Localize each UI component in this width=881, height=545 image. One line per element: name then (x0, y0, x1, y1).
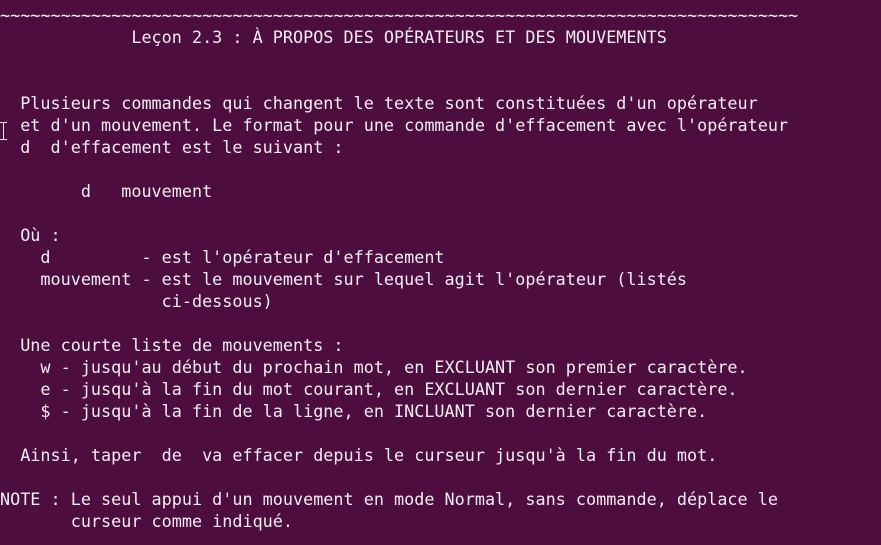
text-line: d d'effacement est le suivant : (0, 137, 344, 157)
definition-line: mouvement - est le mouvement sur lequel … (0, 269, 688, 289)
definition-line: d - est l'opérateur d'effacement (0, 247, 445, 267)
text-line: Une courte liste de mouvements : (0, 335, 344, 355)
text-line: Plusieurs commandes qui changent le text… (0, 93, 758, 113)
tilde-separator: ~~~~~~~~~~~~~~~~~~~~~~~~~~~~~~~~~~~~~~~~… (0, 5, 799, 25)
motion-list-item: e - jusqu'à la fin du mot courant, en EX… (0, 379, 738, 399)
motion-list-item: w - jusqu'au début du prochain mot, en E… (0, 357, 748, 377)
definition-line: ci-dessous) (0, 291, 273, 311)
note-line: curseur comme indiqué. (0, 511, 293, 531)
text-line: et d'un mouvement. Le format pour une co… (0, 115, 789, 135)
ibeam-cursor-icon (0, 122, 8, 140)
text-line: Ainsi, taper de va effacer depuis le cur… (0, 445, 718, 465)
motion-list-item: $ - jusqu'à la fin de la ligne, en INCLU… (0, 401, 708, 421)
lesson-title: Leçon 2.3 : À PROPOS DES OPÉRATEURS ET D… (0, 27, 667, 47)
note-line: NOTE : Le seul appui d'un mouvement en m… (0, 489, 778, 509)
command-format: d mouvement (0, 181, 213, 201)
terminal-window[interactable]: ~~~~~~~~~~~~~~~~~~~~~~~~~~~~~~~~~~~~~~~~… (0, 0, 881, 545)
text-line: Où : (0, 225, 61, 245)
